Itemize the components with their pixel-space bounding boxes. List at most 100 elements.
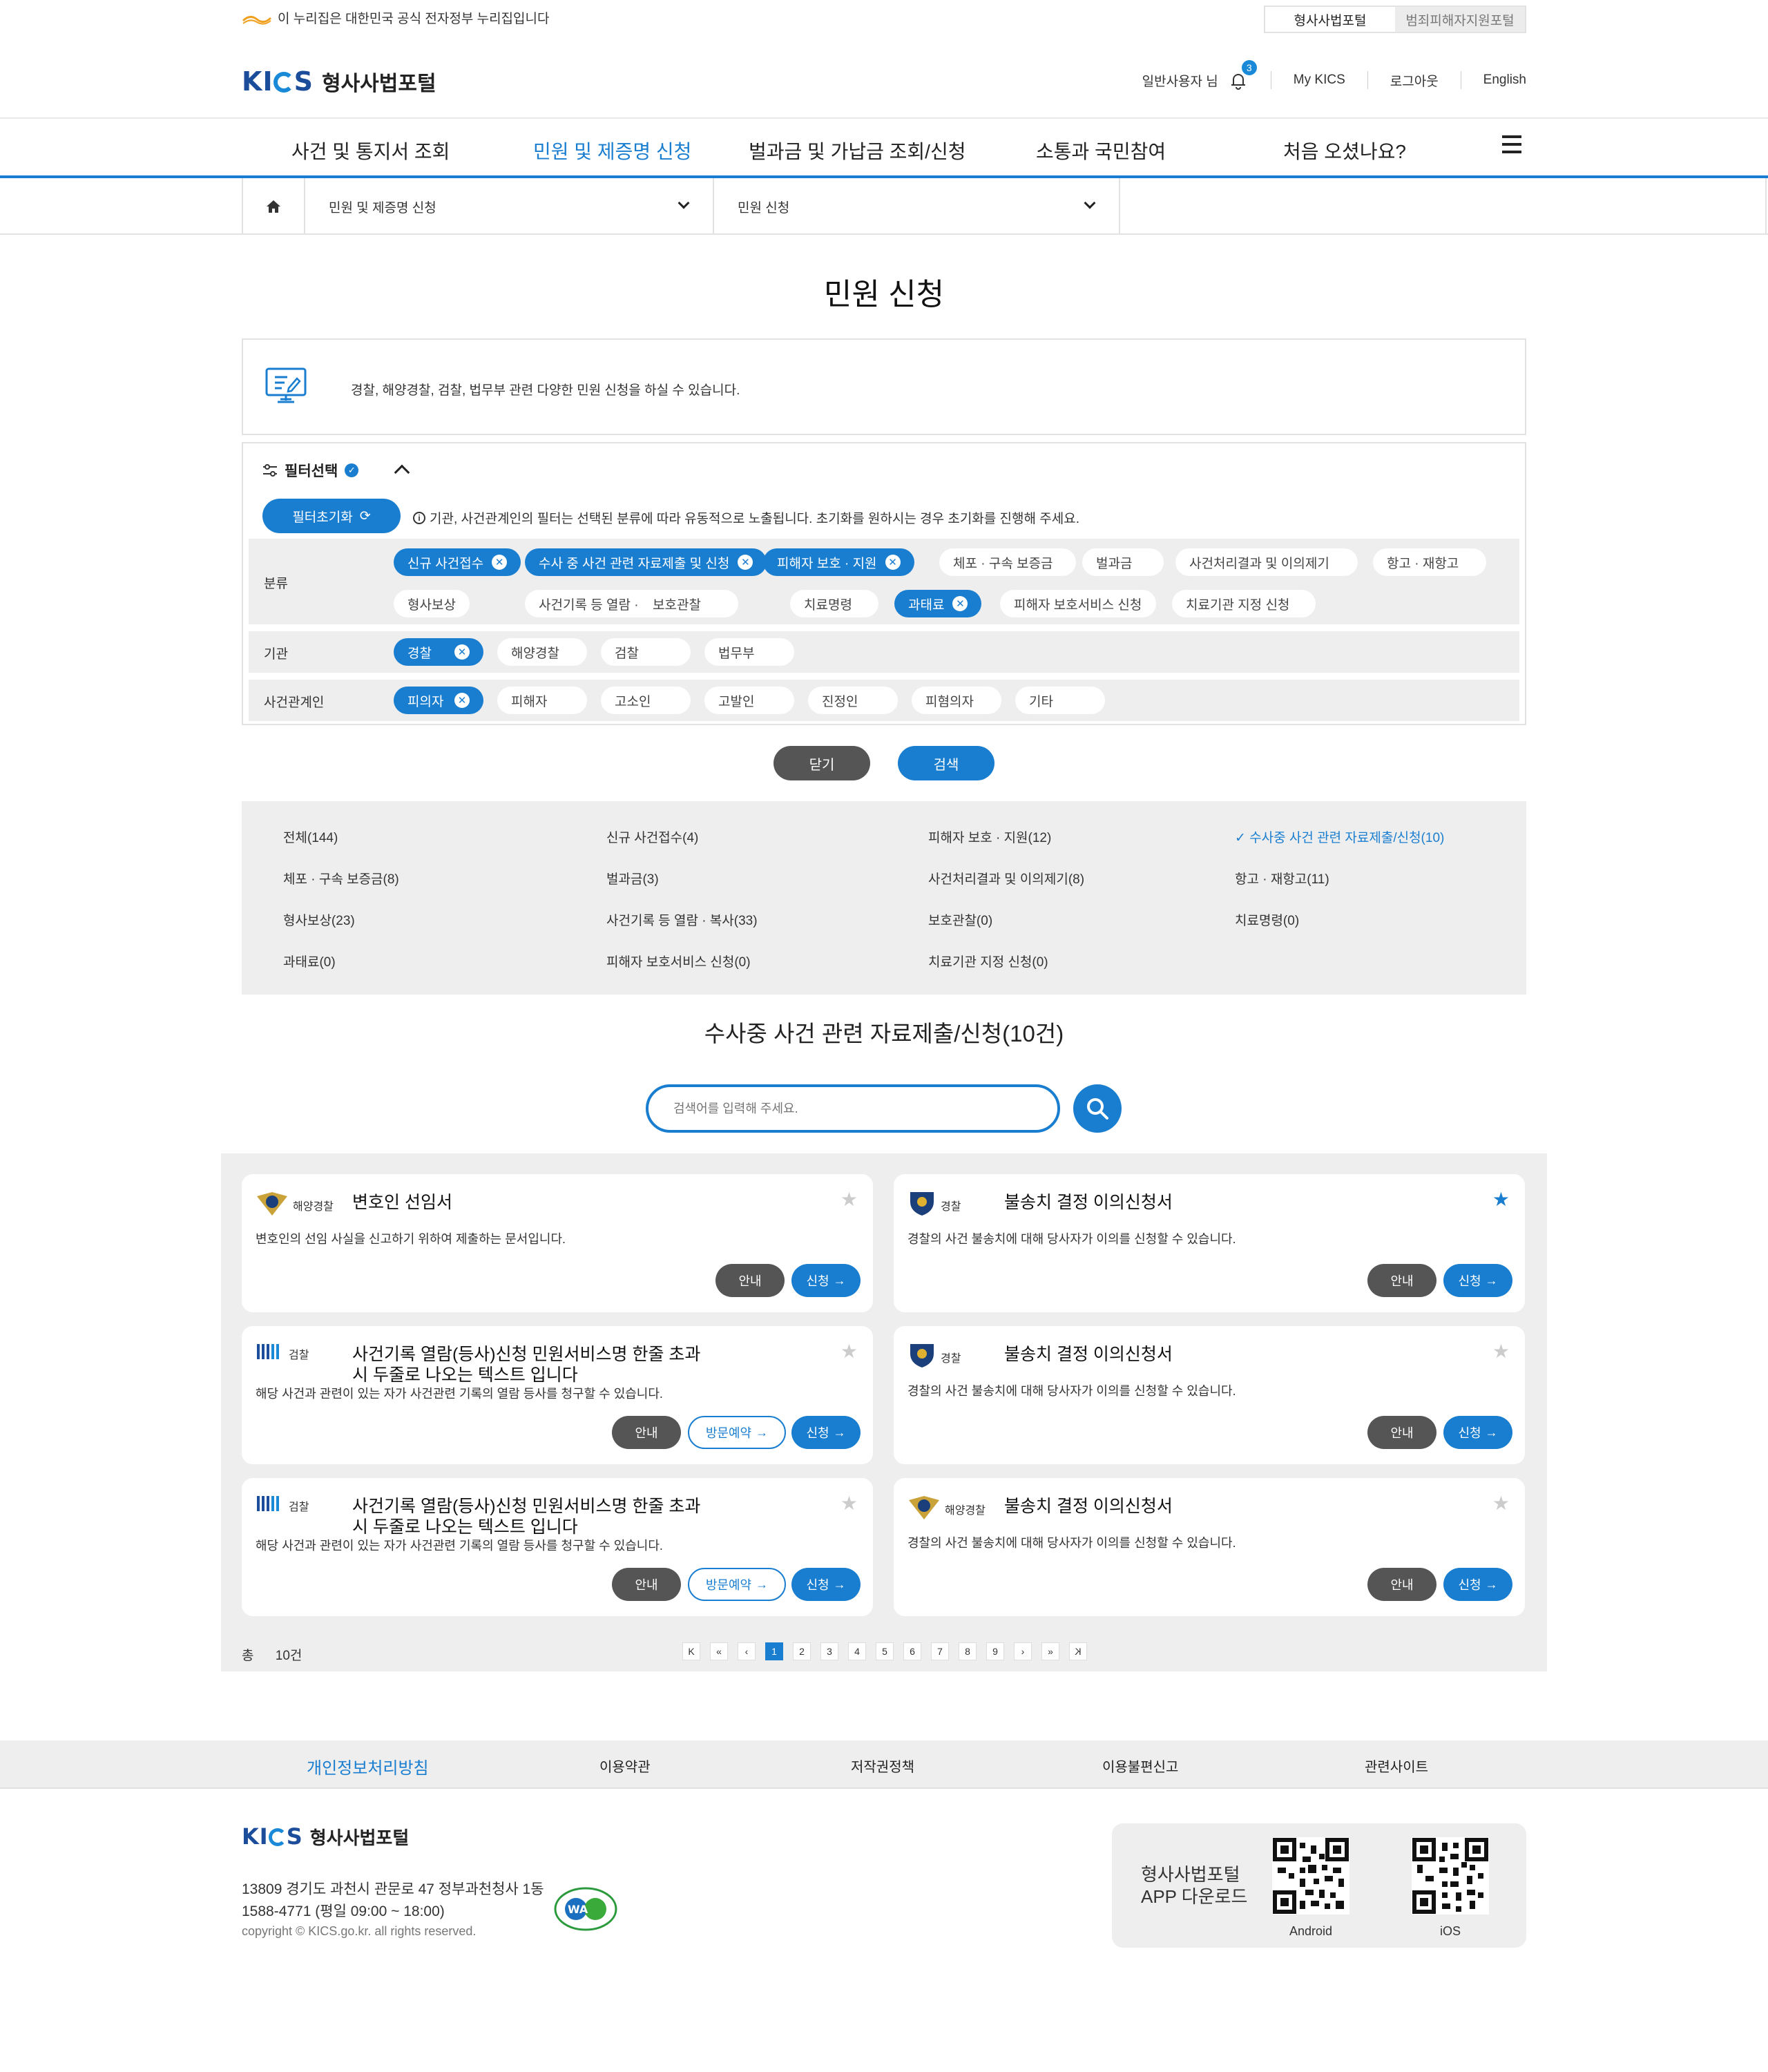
page-number[interactable]: 6 <box>903 1642 921 1660</box>
category-link[interactable]: 피해자 보호서비스 신청(0) <box>606 952 751 970</box>
site-logo[interactable]: KI S 형사사법포털 <box>242 66 436 97</box>
breadcrumb-level2[interactable]: 민원 신청 <box>713 178 1119 235</box>
close-icon[interactable]: ✕ <box>885 555 901 570</box>
guide-button[interactable]: 안내 <box>715 1264 785 1297</box>
gnb-case-inquiry[interactable]: 사건 및 통지서 조회 <box>291 137 450 164</box>
guide-button[interactable]: 안내 <box>1367 1416 1436 1449</box>
close-icon[interactable]: ✕ <box>738 555 753 570</box>
category-link[interactable]: 피해자 보호 · 지원(12) <box>928 827 1051 846</box>
apply-button[interactable]: 신청 → <box>1443 1416 1512 1449</box>
apply-button[interactable]: 신청 → <box>1443 1568 1512 1601</box>
next-page-icon[interactable]: › <box>1014 1642 1032 1660</box>
service-title[interactable]: 사건기록 열람(등사)신청 민원서비스명 한줄 초과시 두줄로 나오는 텍스트 … <box>352 1344 711 1385</box>
prev-block-icon[interactable]: « <box>710 1642 728 1660</box>
service-title[interactable]: 불송치 결정 이의신청서 <box>1004 1192 1363 1213</box>
next-block-icon[interactable]: » <box>1041 1642 1059 1660</box>
filter-chip[interactable]: 사건처리결과 및 이의제기 <box>1175 548 1358 576</box>
filter-chip[interactable]: 피해자 보호 · 지원 ✕ <box>763 548 914 576</box>
portal-tab-victim[interactable]: 범죄피해자지원포털 <box>1395 7 1525 32</box>
filter-chip[interactable]: 고발인 <box>704 687 794 714</box>
category-link[interactable]: 보호관찰(0) <box>928 910 992 929</box>
favorite-star-icon[interactable]: ★ <box>1492 1188 1510 1211</box>
hamburger-menu-icon[interactable] <box>1502 135 1521 155</box>
service-title[interactable]: 불송치 결정 이의신청서 <box>1004 1496 1363 1517</box>
english-link[interactable]: English <box>1483 73 1526 88</box>
apply-button[interactable]: 신청 → <box>791 1416 861 1449</box>
category-link[interactable]: 치료명령(0) <box>1235 910 1299 929</box>
search-input[interactable] <box>646 1084 1060 1133</box>
page-number[interactable]: 4 <box>848 1642 866 1660</box>
page-number[interactable]: 3 <box>820 1642 838 1660</box>
category-link[interactable]: ✓ 수사중 사건 관련 자료제출/신청(10) <box>1235 827 1444 846</box>
filter-chip[interactable]: 기타 <box>1015 687 1105 714</box>
apply-button[interactable]: 신청 → <box>791 1568 861 1601</box>
filter-chip[interactable]: 수사 중 사건 관련 자료제출 및 신청 ✕ <box>525 548 767 576</box>
first-page-icon[interactable]: K <box>682 1642 700 1660</box>
page-number[interactable]: 5 <box>876 1642 894 1660</box>
filter-chip[interactable]: 경찰 ✕ <box>394 638 483 666</box>
close-icon[interactable]: ✕ <box>952 596 968 611</box>
close-button[interactable]: 닫기 <box>774 746 870 780</box>
filter-chip[interactable]: 피해자 보호서비스 신청 <box>1000 590 1156 617</box>
category-link[interactable]: 체포 · 구속 보증금(8) <box>283 869 399 888</box>
page-number[interactable]: 8 <box>959 1642 977 1660</box>
filter-reset-button[interactable]: 필터초기화 ⟳ <box>262 499 401 533</box>
filter-chip[interactable]: 형사보상 <box>394 590 470 617</box>
close-icon[interactable]: ✕ <box>454 644 470 660</box>
filter-chip[interactable]: 보호관찰 <box>639 590 738 617</box>
visit-reservation-button[interactable]: 방문예약 → <box>688 1416 786 1449</box>
footer-privacy-link[interactable]: 개인정보처리방침 <box>307 1754 429 1778</box>
filter-chip[interactable]: 검찰 <box>601 638 691 666</box>
favorite-star-icon[interactable]: ★ <box>840 1188 858 1211</box>
filter-chip[interactable]: 피해자 <box>497 687 587 714</box>
footer-terms-link[interactable]: 이용약관 <box>599 1756 651 1776</box>
category-link[interactable]: 벌과금(3) <box>606 869 659 888</box>
service-title[interactable]: 사건기록 열람(등사)신청 민원서비스명 한줄 초과시 두줄로 나오는 텍스트 … <box>352 1496 711 1537</box>
visit-reservation-button[interactable]: 방문예약 → <box>688 1568 786 1601</box>
service-title[interactable]: 변호인 선임서 <box>352 1192 711 1213</box>
guide-button[interactable]: 안내 <box>1367 1568 1436 1601</box>
favorite-star-icon[interactable]: ★ <box>1492 1492 1510 1515</box>
gnb-fines[interactable]: 벌과금 및 가납금 조회/신청 <box>749 137 965 164</box>
page-number[interactable]: 9 <box>986 1642 1004 1660</box>
favorite-star-icon[interactable]: ★ <box>840 1340 858 1363</box>
favorite-star-icon[interactable]: ★ <box>1492 1340 1510 1363</box>
category-link[interactable]: 사건처리결과 및 이의제기(8) <box>928 869 1084 888</box>
filter-chip[interactable]: 벌과금 <box>1082 548 1164 576</box>
prev-page-icon[interactable]: ‹ <box>738 1642 756 1660</box>
filter-chip[interactable]: 법무부 <box>704 638 794 666</box>
category-link[interactable]: 치료기관 지정 신청(0) <box>928 952 1048 970</box>
category-link[interactable]: 사건기록 등 열람 · 복사(33) <box>606 910 758 929</box>
filter-chip[interactable]: 신규 사건접수 ✕ <box>394 548 521 576</box>
category-link[interactable]: 형사보상(23) <box>283 910 355 929</box>
page-number[interactable]: 1 <box>765 1642 783 1660</box>
search-icon[interactable] <box>1073 1084 1122 1133</box>
breadcrumb-level1[interactable]: 민원 및 제증명 신청 <box>304 178 713 235</box>
close-icon[interactable]: ✕ <box>492 555 508 570</box>
filter-chip[interactable]: 해양경찰 <box>497 638 587 666</box>
filter-chip[interactable]: 치료기관 지정 신청 <box>1172 590 1316 617</box>
filter-chip[interactable]: 항고 · 재항고 <box>1373 548 1486 576</box>
apply-button[interactable]: 신청 → <box>791 1264 861 1297</box>
notification-bell-icon[interactable]: 3 <box>1228 60 1257 90</box>
filter-chip[interactable]: 피의자 ✕ <box>394 687 483 714</box>
home-icon[interactable] <box>242 178 304 235</box>
filter-chip[interactable]: 진정인 <box>808 687 898 714</box>
guide-button[interactable]: 안내 <box>612 1568 681 1601</box>
ios-qr-code-icon[interactable] <box>1412 1837 1489 1915</box>
footer-report-link[interactable]: 이용불편신고 <box>1102 1756 1178 1776</box>
my-kics-link[interactable]: My KICS <box>1294 73 1345 88</box>
last-page-icon[interactable]: K <box>1069 1642 1087 1660</box>
favorite-star-icon[interactable]: ★ <box>840 1492 858 1515</box>
page-number[interactable]: 7 <box>931 1642 949 1660</box>
guide-button[interactable]: 안내 <box>612 1416 681 1449</box>
filter-chip[interactable]: 피혐의자 <box>912 687 1001 714</box>
gnb-petition[interactable]: 민원 및 제증명 신청 <box>533 137 691 164</box>
category-link[interactable]: 전체(144) <box>283 827 338 846</box>
gnb-first-visit[interactable]: 처음 오셨나요? <box>1283 137 1406 164</box>
filter-chip[interactable]: 고소인 <box>601 687 691 714</box>
close-icon[interactable]: ✕ <box>454 693 470 708</box>
filter-chip[interactable]: 치료명령 <box>790 590 878 617</box>
logout-link[interactable]: 로그아웃 <box>1390 71 1439 90</box>
footer-copyright-link[interactable]: 저작권정책 <box>851 1756 914 1776</box>
